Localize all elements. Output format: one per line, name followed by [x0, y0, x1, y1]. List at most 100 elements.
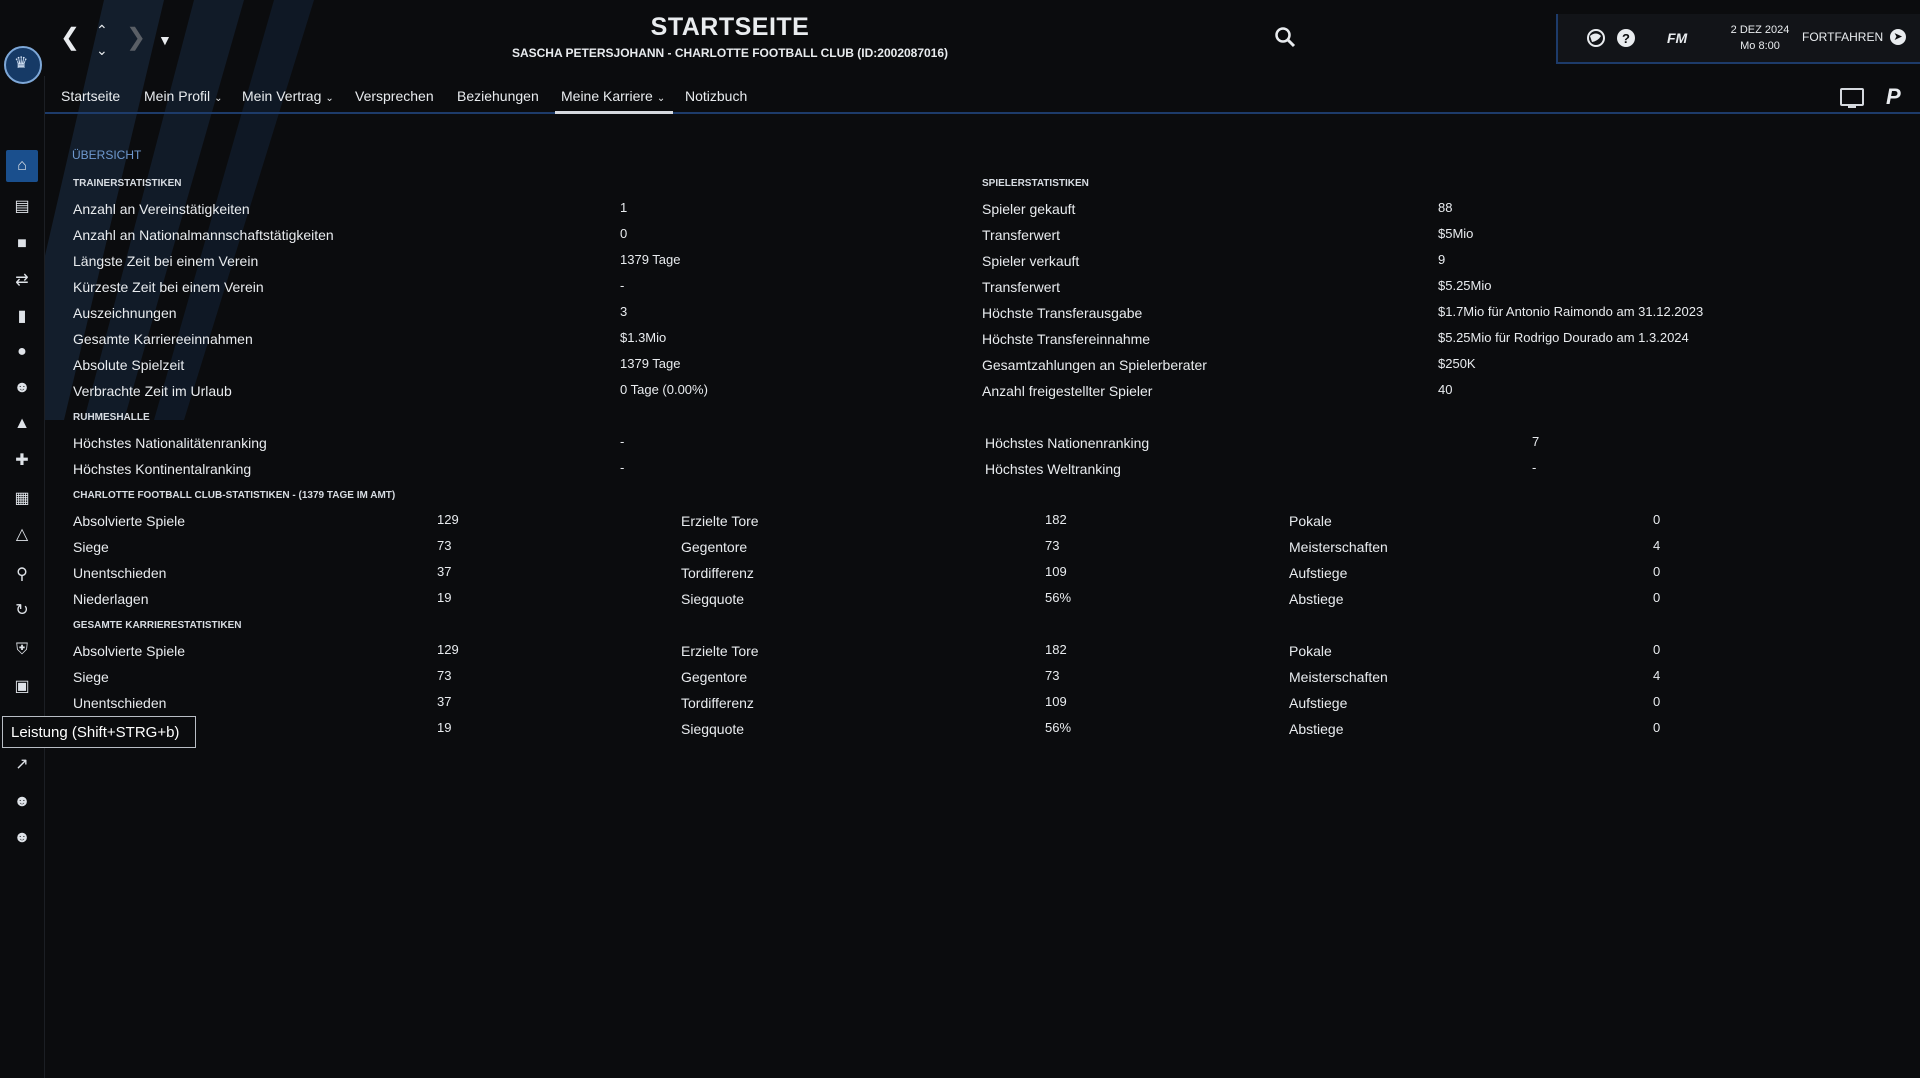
paypal-icon[interactable]: P — [1886, 84, 1901, 110]
tab-startseite[interactable]: Startseite — [61, 88, 120, 104]
home-icon[interactable]: ⌂ — [6, 150, 38, 182]
stat-label: Anzahl an Nationalmannschaftstätigkeiten — [73, 227, 334, 243]
stat-label: Kürzeste Zeit bei einem Verein — [73, 279, 264, 295]
stat-value: - — [620, 278, 625, 293]
stat-value: - — [1532, 460, 1537, 475]
stat-value: 0 — [1653, 720, 1661, 735]
globe-icon[interactable] — [1586, 28, 1606, 48]
stat-value: $1.3Mio — [620, 330, 667, 345]
stat-value: 88 — [1438, 200, 1453, 215]
tab-mein-profil[interactable]: Mein Profil ⌄ — [144, 88, 223, 104]
monitor-icon[interactable] — [1840, 88, 1864, 108]
stat-label: Längste Zeit bei einem Verein — [73, 253, 259, 269]
players-icon[interactable]: ☻ — [6, 372, 38, 404]
stat-value: 182 — [1045, 642, 1067, 657]
tab-versprechen[interactable]: Versprechen — [355, 88, 434, 104]
stat-label: Pokale — [1289, 643, 1332, 659]
history-dropdown-button[interactable]: ▼ — [158, 28, 172, 52]
medical-icon[interactable]: ✚ — [6, 444, 38, 476]
svg-text:?: ? — [1622, 31, 1630, 46]
stat-label: Anzahl freigestellter Spieler — [982, 383, 1153, 399]
stat-value: 37 — [437, 564, 452, 579]
stat-label: Höchste Transfereinnahme — [982, 331, 1151, 347]
shirt-icon[interactable]: ■ — [6, 228, 38, 260]
overview-link[interactable]: ÜBERSICHT — [72, 148, 141, 162]
shield-icon[interactable]: ⛨ — [6, 634, 38, 666]
trainer-stats-heading: TRAINERSTATISTIKEN — [73, 178, 182, 189]
stat-value: 7 — [1532, 434, 1540, 449]
training-icon[interactable]: ▲ — [6, 408, 38, 440]
report-icon[interactable]: ▮ — [6, 300, 38, 332]
stat-label: Gegentore — [681, 669, 748, 685]
help-icon[interactable]: ? — [1616, 28, 1636, 48]
stat-value: - — [620, 434, 625, 449]
stat-label: Tordifferenz — [681, 565, 754, 581]
staff2-icon[interactable]: ☻ — [6, 822, 38, 854]
stat-label: Transferwert — [982, 227, 1061, 243]
stat-label: Verbrachte Zeit im Urlaub — [73, 383, 232, 399]
sidebar: ⌂ ▤ ■ ⇄ ▮ ● ☻ ▲ ✚ ▦ △ ⚲ ↻ ⛨ ▣ ● ↗ ☻ ☻ — [0, 46, 45, 1078]
stat-label: Unentschieden — [73, 565, 167, 581]
stat-value: 0 — [1653, 564, 1661, 579]
stat-value: 73 — [1045, 538, 1060, 553]
tab-meine-karriere[interactable]: Meine Karriere ⌄ — [561, 88, 665, 104]
tab-beziehungen[interactable]: Beziehungen — [457, 88, 539, 104]
trophy-icon[interactable]: △ — [6, 518, 38, 550]
chevron-down-icon: ⌄ — [214, 93, 223, 104]
stat-value: 129 — [437, 642, 459, 657]
stat-value: 0 — [1653, 694, 1661, 709]
stat-label: Spieler verkauft — [982, 253, 1080, 269]
top-bar: ❮ ⌃ ⌄ ❯ ▼ STARTSEITE SASCHA PETERSJOHANN… — [0, 0, 1920, 420]
back-button[interactable]: ❮ — [60, 26, 80, 50]
stat-value: 73 — [1045, 668, 1060, 683]
stat-value: $5.25Mio für Rodrigo Dourado am 1.3.2024 — [1438, 330, 1689, 345]
stat-value: 182 — [1045, 512, 1067, 527]
tactics-icon[interactable]: ⇄ — [6, 264, 38, 296]
stat-label: Aufstiege — [1289, 695, 1348, 711]
fm-logo[interactable]: FM — [1667, 30, 1687, 46]
stat-label: Siegquote — [681, 721, 745, 737]
staff-icon[interactable]: ☻ — [6, 786, 38, 818]
stat-label: Unentschieden — [73, 695, 167, 711]
inbox-icon[interactable]: ▤ — [6, 190, 38, 222]
stat-value: 0 — [1653, 642, 1661, 657]
calendar-icon[interactable]: ▦ — [6, 482, 38, 514]
search-icon[interactable]: ⚲ — [6, 558, 38, 590]
stat-label: Abstiege — [1289, 591, 1344, 607]
briefcase-icon[interactable]: ▣ — [6, 670, 38, 702]
stat-value: 1 — [620, 200, 628, 215]
stat-value: 4 — [1653, 668, 1661, 683]
stat-label: Höchstes Weltranking — [985, 461, 1121, 477]
stat-label: Anzahl an Vereinstätigkeiten — [73, 201, 250, 217]
stat-value: $5Mio — [1438, 226, 1474, 241]
stat-value: 73 — [437, 538, 452, 553]
club-crest-icon[interactable] — [4, 46, 42, 84]
stat-label: Meisterschaften — [1289, 539, 1388, 555]
stat-label: Meisterschaften — [1289, 669, 1388, 685]
down-button[interactable]: ⌄ — [96, 38, 108, 62]
stat-label: Gegentore — [681, 539, 748, 555]
transfer-icon[interactable]: ↻ — [6, 594, 38, 626]
chart-icon[interactable]: ↗ — [6, 748, 38, 780]
stat-value: $5.25Mio — [1438, 278, 1492, 293]
stat-label: Höchstes Nationenranking — [985, 435, 1150, 451]
continue-button[interactable]: FORTFAHREN — [1802, 30, 1883, 44]
play-icon[interactable]: ➤ — [1890, 29, 1906, 45]
status-panel: ? FM 2 DEZ 2024 Mo 8:00 FORTFAHREN ➤ — [1556, 14, 1920, 64]
tab-mein-vertrag[interactable]: Mein Vertrag ⌄ — [242, 88, 334, 104]
forward-button[interactable]: ❯ — [126, 26, 146, 50]
search-icon[interactable] — [1274, 26, 1296, 48]
ball-icon[interactable]: ● — [6, 336, 38, 368]
stat-label: Absolvierte Spiele — [73, 643, 186, 659]
stat-label: Gesamtzahlungen an Spielerberater — [982, 357, 1207, 373]
stat-value: 56% — [1045, 720, 1072, 735]
stat-label: Aufstiege — [1289, 565, 1348, 581]
stat-value: $1.7Mio für Antonio Raimondo am 31.12.20… — [1438, 304, 1704, 319]
tab-notizbuch[interactable]: Notizbuch — [685, 88, 747, 104]
tab-bar-divider — [44, 112, 1920, 114]
stat-label: Erzielte Tore — [681, 643, 759, 659]
stat-value: 3 — [620, 304, 628, 319]
chevron-down-icon: ⌄ — [656, 93, 666, 104]
stat-label: Absolute Spielzeit — [73, 357, 185, 373]
stat-label: Höchstes Kontinentalranking — [73, 461, 252, 477]
